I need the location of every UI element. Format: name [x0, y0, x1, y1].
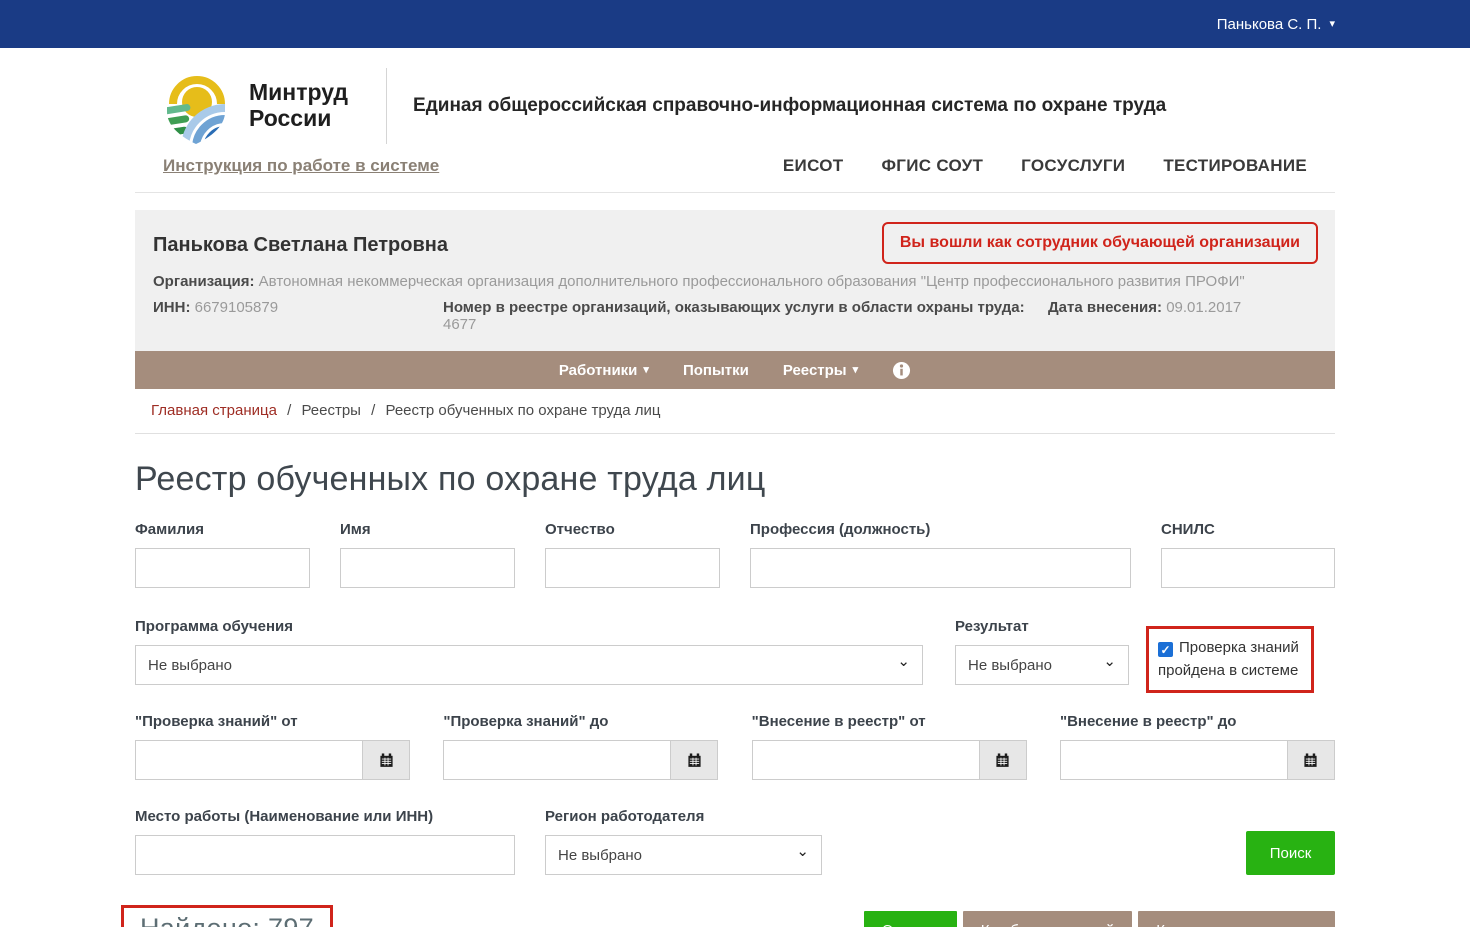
registry-number-value: 4677 — [443, 316, 476, 333]
program-select[interactable]: Не выбрано ⌄ — [135, 645, 923, 685]
caret-down-icon: ▾ — [643, 365, 649, 376]
check-from-date-input[interactable] — [135, 740, 362, 780]
registry-from-label: "Внесение в реестр" от — [752, 713, 1027, 730]
instruction-link[interactable]: Инструкция по работе в системе — [163, 156, 439, 176]
results-buttons: Экспорт К наборам записей К ожидающим за… — [864, 911, 1335, 927]
organization-details: ИНН: 6679105879 Номер в реестре организа… — [153, 299, 1317, 333]
calendar-icon[interactable] — [670, 740, 718, 780]
snils-label: СНИЛС — [1161, 521, 1335, 538]
record-sets-button[interactable]: К наборам записей — [963, 911, 1133, 927]
program-label: Программа обучения — [135, 618, 923, 635]
organization-line: Организация: Автономная некоммерческая о… — [153, 273, 1317, 290]
caret-down-icon: ▾ — [853, 365, 859, 376]
organization-value: Автономная некоммерческая организация до… — [259, 273, 1245, 290]
entry-date-label: Дата внесения: — [1048, 299, 1162, 316]
calendar-icon[interactable] — [979, 740, 1027, 780]
page-title: Реестр обученных по охране труда лиц — [135, 460, 1335, 499]
check-from-label: "Проверка знаний" от — [135, 713, 410, 730]
nav-link-gosuslugi[interactable]: ГОСУСЛУГИ — [1021, 156, 1125, 176]
nav-link-eisot[interactable]: ЕИСОТ — [783, 156, 844, 176]
filters-row-dates: "Проверка знаний" от — [135, 713, 1335, 780]
header: Минтруд России Единая общероссийская спр… — [135, 48, 1335, 146]
inn-value: 6679105879 — [195, 299, 278, 316]
header-links-row: Инструкция по работе в системе ЕИСОТ ФГИ… — [135, 146, 1335, 193]
topbar: Панькова С. П. ▾ — [0, 0, 1470, 48]
firstname-input[interactable] — [340, 548, 515, 588]
middlename-label: Отчество — [545, 521, 720, 538]
registry-to-label: "Внесение в реестр" до — [1060, 713, 1335, 730]
nav-link-testing[interactable]: ТЕСТИРОВАНИЕ — [1163, 156, 1307, 176]
results-row: Найдено: 797 Экспорт К наборам записей К… — [135, 905, 1335, 927]
main-menu-bar: Работники ▾ Попытки Реестры ▾ — [135, 351, 1335, 389]
filters-row-names: Фамилия Имя Отчество Профессия (должност… — [135, 521, 1335, 588]
user-menu-label: Панькова С. П. — [1217, 16, 1322, 33]
role-badge: Вы вошли как сотрудник обучающей организ… — [882, 222, 1318, 264]
logo-title: Минтруд России — [249, 80, 348, 132]
knowledge-check-checkbox[interactable]: ✓ — [1158, 642, 1173, 657]
registry-from-date-input[interactable] — [752, 740, 979, 780]
menu-item-registries[interactable]: Реестры ▾ — [783, 362, 858, 379]
header-divider — [386, 68, 387, 144]
knowledge-check-label: Проверка знаний пройдена в системе — [1158, 639, 1299, 679]
user-menu[interactable]: Панькова С. П. ▾ — [1217, 16, 1335, 33]
breadcrumb-current: Реестр обученных по охране труда лиц — [385, 402, 660, 419]
check-to-date-input[interactable] — [443, 740, 670, 780]
breadcrumb: Главная страница / Реестры / Реестр обуч… — [135, 389, 1335, 434]
found-label: Найдено: — [140, 913, 260, 927]
user-info-panel: Вы вошли как сотрудник обучающей организ… — [135, 210, 1335, 351]
region-select-value: Не выбрано — [558, 847, 642, 864]
snils-input[interactable] — [1161, 548, 1335, 588]
breadcrumb-registries: Реестры — [301, 402, 361, 419]
filters-row-workplace: Место работы (Наименование или ИНН) Реги… — [135, 808, 1335, 875]
breadcrumb-separator: / — [371, 402, 375, 419]
menu-item-workers[interactable]: Работники ▾ — [559, 362, 649, 379]
workplace-label: Место работы (Наименование или ИНН) — [135, 808, 515, 825]
found-count-box: Найдено: 797 — [121, 905, 333, 927]
middlename-input[interactable] — [545, 548, 720, 588]
pending-records-button[interactable]: К ожидающим записям — [1138, 911, 1335, 927]
export-button[interactable]: Экспорт — [864, 911, 956, 927]
info-icon[interactable] — [892, 361, 911, 380]
result-label: Результат — [955, 618, 1129, 635]
lastname-label: Фамилия — [135, 521, 310, 538]
firstname-label: Имя — [340, 521, 515, 538]
check-to-label: "Проверка знаний" до — [443, 713, 718, 730]
breadcrumb-separator: / — [287, 402, 291, 419]
lastname-input[interactable] — [135, 548, 310, 588]
knowledge-check-highlight-box: ✓Проверка знаний пройдена в системе — [1146, 626, 1314, 694]
workplace-input[interactable] — [135, 835, 515, 875]
program-select-value: Не выбрано — [148, 657, 232, 674]
caret-down-icon: ▾ — [1329, 19, 1335, 30]
region-label: Регион работодателя — [545, 808, 822, 825]
profession-label: Профессия (должность) — [750, 521, 1131, 538]
inn-label: ИНН: — [153, 299, 190, 316]
region-select[interactable]: Не выбрано ⌄ — [545, 835, 822, 875]
found-count: 797 — [268, 913, 314, 927]
calendar-icon[interactable] — [1287, 740, 1335, 780]
top-nav: ЕИСОТ ФГИС СОУТ ГОСУСЛУГИ ТЕСТИРОВАНИЕ — [783, 156, 1307, 176]
registry-to-date-input[interactable] — [1060, 740, 1287, 780]
system-title: Единая общероссийская справочно-информац… — [413, 95, 1176, 117]
mintrud-logo — [163, 66, 229, 146]
filters-row-program: Программа обучения Не выбрано ⌄ Результа… — [135, 618, 1335, 685]
entry-date-value: 09.01.2017 — [1166, 299, 1241, 316]
check-icon: ✓ — [1160, 641, 1170, 660]
organization-label: Организация: — [153, 273, 255, 290]
search-button[interactable]: Поиск — [1246, 831, 1335, 875]
breadcrumb-home-link[interactable]: Главная страница — [151, 402, 277, 419]
registry-number-label: Номер в реестре организаций, оказывающих… — [443, 299, 1025, 316]
result-select-value: Не выбрано — [968, 657, 1052, 674]
calendar-icon[interactable] — [362, 740, 410, 780]
result-select[interactable]: Не выбрано ⌄ — [955, 645, 1129, 685]
menu-item-attempts[interactable]: Попытки — [683, 362, 749, 379]
profession-input[interactable] — [750, 548, 1131, 588]
nav-link-fgis-sout[interactable]: ФГИС СОУТ — [881, 156, 983, 176]
